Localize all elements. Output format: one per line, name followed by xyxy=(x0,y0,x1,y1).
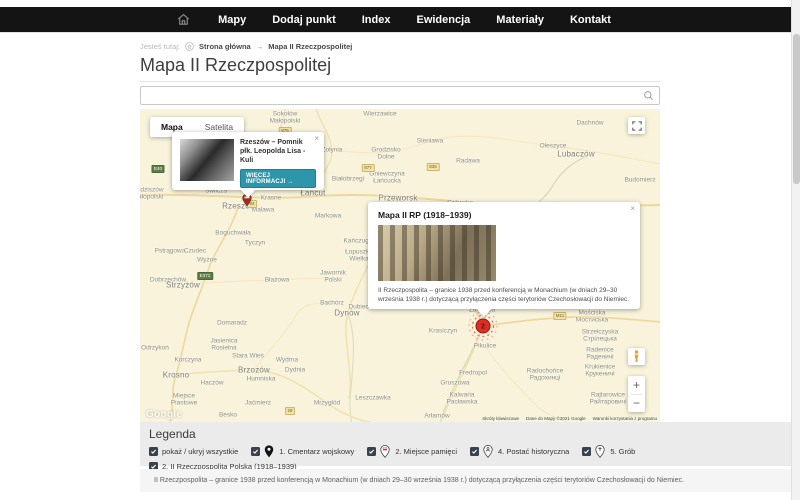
legend-checkbox[interactable] xyxy=(470,447,479,456)
page-title: Mapa II Rzeczpospolitej xyxy=(140,55,660,76)
road-shield: 877 xyxy=(362,164,375,172)
zoom-control: + − xyxy=(628,376,645,412)
map-attribution: Skróty klawiszowe Dane do Mapy ©2021 Goo… xyxy=(482,416,657,421)
infowindow2-title: Mapa II RP (1918–1939) xyxy=(378,210,630,220)
footer-note-band: II Rzeczpospolita – granice 1938 przed k… xyxy=(140,469,792,492)
legend-item: 1. Cmentarz wojskowy xyxy=(251,445,354,458)
zoom-out-button[interactable]: − xyxy=(628,394,645,412)
nav-item-materiały[interactable]: Materiały xyxy=(483,14,557,26)
google-logo: Google xyxy=(146,409,182,420)
search-icon[interactable] xyxy=(643,90,654,101)
nav-item-mapy[interactable]: Mapy xyxy=(205,14,259,26)
home-button[interactable] xyxy=(176,12,191,27)
legend-checkbox[interactable] xyxy=(582,447,591,456)
pin-cemetery-icon xyxy=(264,445,275,458)
home-icon xyxy=(176,12,191,27)
legend-label: 5. Grób xyxy=(610,447,635,456)
search-bar xyxy=(140,86,660,105)
road-shield: E371 xyxy=(197,272,213,280)
page: MapyDodaj punktIndexEwidencjaMateriałyKo… xyxy=(0,0,800,500)
scrollbar-thumb[interactable] xyxy=(793,34,800,184)
infowindow2-close-icon[interactable]: × xyxy=(630,205,635,213)
legend-label: 1. Cmentarz wojskowy xyxy=(279,447,354,456)
nav-item-index[interactable]: Index xyxy=(349,14,404,26)
legend-label: 4. Postać historyczna xyxy=(498,447,569,456)
infowindow2-description: II Rzeczpospolita – granice 1938 przed k… xyxy=(378,286,630,304)
nav-menu: MapyDodaj punktIndexEwidencjaMateriałyKo… xyxy=(205,14,624,26)
infowindow2-tail xyxy=(476,308,492,317)
legend-row-1: pokaż / ukryj wszystkie 1. Cmentarz wojs… xyxy=(149,445,792,458)
breadcrumb-prefix: Jesteś tutaj: xyxy=(140,42,180,51)
title-divider xyxy=(140,81,660,82)
nav-item-kontakt[interactable]: Kontakt xyxy=(557,14,624,26)
infowindow2-photo xyxy=(378,225,496,281)
breadcrumb-home-link[interactable]: Strona główna xyxy=(199,42,251,51)
legend-checkbox[interactable] xyxy=(251,447,260,456)
infowindow1-photo xyxy=(180,139,234,181)
zoom-in-button[interactable]: + xyxy=(628,376,645,394)
content-area: Jesteś tutaj: Strona główna → Mapa II Rz… xyxy=(140,32,660,423)
legend-panel: Legenda pokaż / ukryj wszystkie 1. Cment… xyxy=(140,422,792,466)
legend-title: Legenda xyxy=(149,427,792,441)
pin-memory-icon xyxy=(380,445,391,458)
cluster-count: 2 xyxy=(481,322,485,331)
legend-items: 1. Cmentarz wojskowy 2. Miejsce pamięci 4.… xyxy=(251,445,648,458)
legend-item: 2. Miejsce pamięci xyxy=(367,445,457,458)
legend-label: 2. Miejsce pamięci xyxy=(395,447,457,456)
keyboard-shortcuts-link[interactable]: Skróty klawiszowe xyxy=(482,416,519,421)
legend-toggle-all: pokaż / ukryj wszystkie xyxy=(149,447,238,456)
legend-item: 4. Postać historyczna xyxy=(470,445,569,458)
toggle-all-label: pokaż / ukryj wszystkie xyxy=(162,447,238,456)
footer-note: II Rzeczpospolita – granice 1938 przed k… xyxy=(140,477,684,484)
nav-item-dodaj-punkt[interactable]: Dodaj punkt xyxy=(259,14,349,26)
legend-item: 5. Grób xyxy=(582,445,635,458)
map-canvas[interactable]: Sokołów MałopolskiWierzawiceDachnówŻołyn… xyxy=(140,109,660,423)
road-shield: M11 xyxy=(553,312,566,320)
toggle-all-checkbox[interactable] xyxy=(149,447,158,456)
breadcrumb-home-icon xyxy=(185,42,194,51)
legend-checkbox[interactable] xyxy=(367,447,376,456)
road-shield: E40 xyxy=(151,165,164,173)
pin-grave-icon xyxy=(595,445,606,458)
map-data-copyright: Dane do Mapy ©2021 Google xyxy=(526,416,586,421)
nav-item-ewidencja[interactable]: Ewidencja xyxy=(403,14,483,26)
fullscreen-icon xyxy=(632,121,642,131)
road-shield: 28 xyxy=(285,407,295,415)
fullscreen-button[interactable] xyxy=(628,117,645,134)
infowindow1-tail xyxy=(240,189,256,198)
browser-scrollbar[interactable] xyxy=(791,0,800,500)
breadcrumb-separator: → xyxy=(256,42,264,51)
breadcrumb-current: Mapa II Rzeczpospolitej xyxy=(268,42,352,51)
pegman-icon xyxy=(632,350,641,363)
infowindow-mapa-ii-rp: × Mapa II RP (1918–1939) II Rzeczpospoli… xyxy=(368,202,640,309)
street-view-pegman[interactable] xyxy=(628,348,645,365)
more-info-button[interactable]: WIĘCEJ INFORMACJI → xyxy=(240,169,316,188)
top-navigation: MapyDodaj punktIndexEwidencjaMateriałyKo… xyxy=(0,7,800,32)
infowindow-rzeszow: × Rzeszów – Pomnik płk. Leopolda Lisa - … xyxy=(172,132,324,190)
infowindow1-close-icon[interactable]: × xyxy=(314,135,319,143)
pin-person-icon xyxy=(483,445,494,458)
infowindow1-title: Rzeszów – Pomnik płk. Leopolda Lisa - Ku… xyxy=(240,139,316,165)
terms-link[interactable]: Warunki korzystania z programu xyxy=(593,416,657,421)
road-shield: 835 xyxy=(427,163,440,171)
breadcrumb: Jesteś tutaj: Strona główna → Mapa II Rz… xyxy=(140,42,660,51)
search-input[interactable] xyxy=(141,87,643,104)
